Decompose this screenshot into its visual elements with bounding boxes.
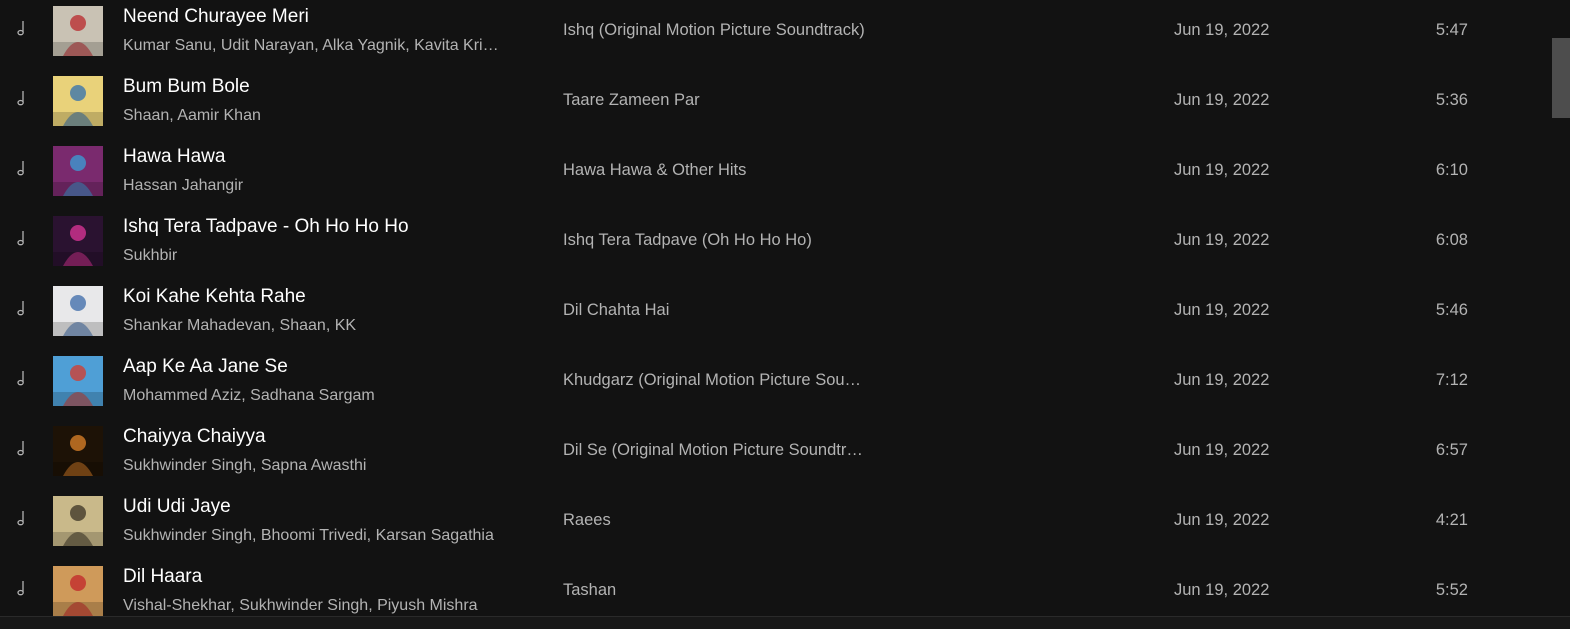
track-row[interactable]: Ishq Tera Tadpave - Oh Ho Ho Ho Sukhbir … [0, 209, 1550, 273]
music-note-icon [14, 229, 30, 249]
track-date-added: Jun 19, 2022 [1174, 371, 1270, 389]
track-row[interactable]: Dil Haara Vishal-Shekhar, Sukhwinder Sin… [0, 559, 1550, 623]
track-date-added: Jun 19, 2022 [1174, 441, 1270, 459]
album-cover-image[interactable] [53, 286, 103, 336]
track-duration: 4:21 [1435, 511, 1468, 529]
track-date-added: Jun 19, 2022 [1174, 91, 1270, 109]
track-album[interactable]: Taare Zameen Par [563, 89, 923, 111]
track-duration: 5:36 [1435, 91, 1468, 109]
track-artists[interactable]: Kumar Sanu, Udit Narayan, Alka Yagnik, K… [123, 35, 543, 57]
track-row[interactable]: Udi Udi Jaye Sukhwinder Singh, Bhoomi Tr… [0, 489, 1550, 553]
music-note-icon [14, 509, 30, 529]
album-cover-image[interactable] [53, 426, 103, 476]
music-note-icon [14, 439, 30, 459]
track-row[interactable]: Aap Ke Aa Jane Se Mohammed Aziz, Sadhana… [0, 349, 1550, 413]
album-cover-image[interactable] [53, 76, 103, 126]
track-row[interactable]: Hawa Hawa Hassan Jahangir Hawa Hawa & Ot… [0, 139, 1550, 203]
track-duration: 6:10 [1435, 161, 1468, 179]
scrollbar-thumb[interactable] [1552, 38, 1570, 118]
music-note-icon [14, 369, 30, 389]
track-date-added: Jun 19, 2022 [1174, 511, 1270, 529]
track-artists[interactable]: Mohammed Aziz, Sadhana Sargam [123, 385, 543, 407]
track-duration: 7:12 [1435, 371, 1468, 389]
track-row[interactable]: Neend Churayee Meri Kumar Sanu, Udit Nar… [0, 0, 1550, 63]
album-cover-image[interactable] [53, 146, 103, 196]
track-album[interactable]: Raees [563, 509, 923, 531]
music-note-icon [14, 159, 30, 179]
track-artists[interactable]: Hassan Jahangir [123, 175, 543, 197]
track-artists[interactable]: Shaan, Aamir Khan [123, 105, 543, 127]
track-date-added: Jun 19, 2022 [1174, 581, 1270, 599]
track-artists[interactable]: Vishal-Shekhar, Sukhwinder Singh, Piyush… [123, 595, 543, 617]
track-album[interactable]: Ishq (Original Motion Picture Soundtrack… [563, 19, 923, 41]
album-cover-image[interactable] [53, 356, 103, 406]
track-artists[interactable]: Shankar Mahadevan, Shaan, KK [123, 315, 543, 337]
track-title[interactable]: Udi Udi Jaye [123, 495, 543, 519]
track-duration: 5:46 [1435, 301, 1468, 319]
track-duration: 5:47 [1435, 21, 1468, 39]
music-note-icon [14, 89, 30, 109]
track-album[interactable]: Dil Chahta Hai [563, 299, 923, 321]
album-cover-image[interactable] [53, 566, 103, 616]
track-duration: 6:08 [1435, 231, 1468, 249]
track-title[interactable]: Aap Ke Aa Jane Se [123, 355, 543, 379]
track-title[interactable]: Chaiyya Chaiyya [123, 425, 543, 449]
album-cover-image[interactable] [53, 216, 103, 266]
track-row[interactable]: Bum Bum Bole Shaan, Aamir Khan Taare Zam… [0, 69, 1550, 133]
track-date-added: Jun 19, 2022 [1174, 161, 1270, 179]
track-duration: 6:57 [1435, 441, 1468, 459]
track-date-added: Jun 19, 2022 [1174, 301, 1270, 319]
music-note-icon [14, 19, 30, 39]
track-album[interactable]: Tashan [563, 579, 923, 601]
playlist-tracklist-view: Neend Churayee Meri Kumar Sanu, Udit Nar… [0, 0, 1570, 629]
track-album[interactable]: Hawa Hawa & Other Hits [563, 159, 923, 181]
track-artists[interactable]: Sukhwinder Singh, Sapna Awasthi [123, 455, 543, 477]
track-title[interactable]: Hawa Hawa [123, 145, 543, 169]
track-row[interactable]: Koi Kahe Kehta Rahe Shankar Mahadevan, S… [0, 279, 1550, 343]
bottom-divider [0, 616, 1570, 629]
track-duration: 5:52 [1435, 581, 1468, 599]
track-title[interactable]: Dil Haara [123, 565, 543, 589]
track-album[interactable]: Ishq Tera Tadpave (Oh Ho Ho Ho) [563, 229, 923, 251]
scrollbar[interactable] [1552, 0, 1570, 629]
music-note-icon [14, 579, 30, 599]
track-title[interactable]: Bum Bum Bole [123, 75, 543, 99]
track-title[interactable]: Koi Kahe Kehta Rahe [123, 285, 543, 309]
album-cover-image[interactable] [53, 496, 103, 546]
track-date-added: Jun 19, 2022 [1174, 21, 1270, 39]
album-cover-image[interactable] [53, 6, 103, 56]
track-row[interactable]: Chaiyya Chaiyya Sukhwinder Singh, Sapna … [0, 419, 1550, 483]
track-date-added: Jun 19, 2022 [1174, 231, 1270, 249]
music-note-icon [14, 299, 30, 319]
track-album[interactable]: Khudgarz (Original Motion Picture Sou… [563, 369, 923, 391]
track-artists[interactable]: Sukhwinder Singh, Bhoomi Trivedi, Karsan… [123, 525, 543, 547]
track-artists[interactable]: Sukhbir [123, 245, 543, 267]
track-album[interactable]: Dil Se (Original Motion Picture Soundtr… [563, 439, 923, 461]
track-title[interactable]: Ishq Tera Tadpave - Oh Ho Ho Ho [123, 215, 543, 239]
track-title[interactable]: Neend Churayee Meri [123, 5, 543, 29]
